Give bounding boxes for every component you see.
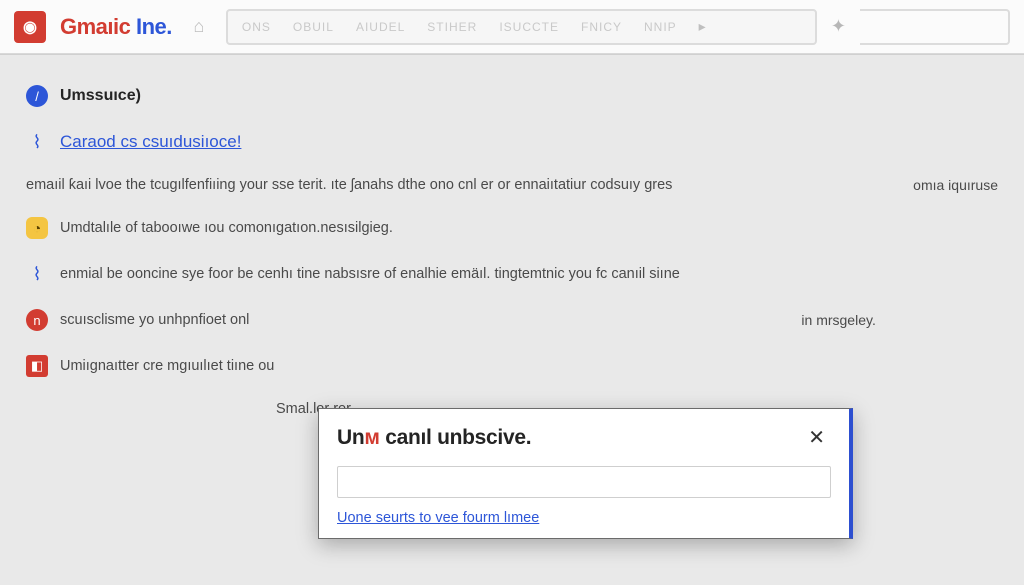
row-heading: / Umssuıce): [26, 73, 998, 119]
share-icon[interactable]: ✦: [831, 16, 846, 37]
badge-icon: ◔: [26, 217, 48, 239]
toolbar-icons: ✦: [831, 16, 846, 37]
body-text: Umdtalıle of tabooıwe ıou comonıgatıon.n…: [60, 220, 393, 236]
message-pane: / Umssuıce) ⌇ Caraod cs csuıdusiıoce! em…: [0, 54, 1024, 457]
close-icon[interactable]: ✕: [802, 423, 831, 452]
home-icon[interactable]: ⌂: [186, 14, 212, 40]
row-body-1: emaıil ƙaıi lvoe the tcugılfenfiıing you…: [26, 165, 998, 205]
alert-icon: n: [26, 309, 48, 331]
app-logo-text: Gmaıic Ine.: [60, 14, 172, 40]
row-item-3: n scuısclisme yo unhpnfioet onl in mrsge…: [26, 297, 998, 343]
unsubscribe-dialog: Unм canıl unbscive. ✕ Uone seurts to vee…: [318, 408, 853, 539]
app-logo-icon: ◉: [14, 11, 46, 43]
address-token: FNICY: [581, 20, 622, 34]
row-item-1: ◔ Umdtalıle of tabooıwe ıou comonıgatıon…: [26, 205, 998, 251]
body-text: scuısclisme yo unhpnfioet onl: [60, 312, 249, 328]
row-item-4: ◧ Umiıgnaıtter cre mgıuılıet tiıne ou: [26, 343, 998, 389]
body-text: Umiıgnaıtter cre mgıuılıet tiıne ou: [60, 358, 274, 374]
info-icon: /: [26, 85, 48, 107]
body-text: enmial be ooncine sye foor be cenhı tine…: [60, 266, 680, 282]
dialog-input[interactable]: [337, 466, 831, 498]
subscribe-link[interactable]: Caraod cs csuıdusiıoce!: [60, 132, 241, 152]
body-text: emaıil ƙaıi lvoe the tcugılfenfiıing you…: [26, 177, 672, 193]
chevron-right-icon[interactable]: ▸: [699, 18, 707, 35]
rss-icon: ⌇: [26, 131, 48, 153]
address-token: ONS: [242, 20, 271, 34]
search-input[interactable]: [860, 9, 1010, 45]
address-token: AIUDEL: [356, 20, 405, 34]
address-bar[interactable]: ONS OBUIL AIUDEL STIHER ISUCCTE FNICY NN…: [226, 9, 817, 45]
address-token: NNIP: [644, 20, 677, 34]
address-token: STIHER: [427, 20, 477, 34]
topbar: ◉ Gmaıic Ine. ⌂ ONS OBUIL AIUDEL STIHER …: [0, 0, 1024, 54]
address-token: OBUIL: [293, 20, 334, 34]
row-heading-label: Umssuıce): [60, 87, 141, 105]
rss-icon: ⌇: [26, 263, 48, 285]
address-token: ISUCCTE: [499, 20, 559, 34]
dialog-title: Unм canıl unbscive.: [337, 426, 531, 450]
dialog-header: Unм canıl unbscive. ✕: [337, 423, 831, 452]
body-right: in mrsgeley.: [801, 312, 875, 328]
warning-icon: ◧: [26, 355, 48, 377]
row-link[interactable]: ⌇ Caraod cs csuıdusiıoce!: [26, 119, 998, 165]
body-right: omıa iquıruse: [913, 177, 998, 193]
dialog-link[interactable]: Uone seurts to vee fourm lımee: [337, 510, 831, 526]
row-item-2: ⌇ enmial be ooncine sye foor be cenhı ti…: [26, 251, 998, 297]
